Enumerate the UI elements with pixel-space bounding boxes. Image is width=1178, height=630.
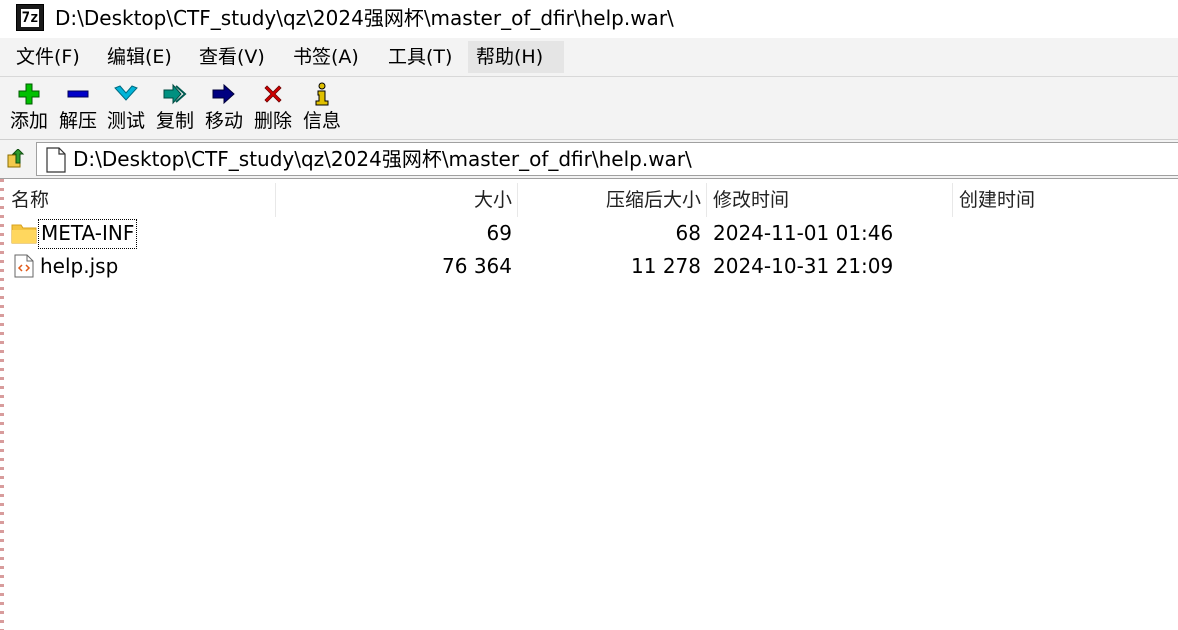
move-button[interactable]: 移动 xyxy=(199,79,249,137)
folder-up-button[interactable] xyxy=(4,148,28,170)
address-path-text: D:\Desktop\CTF_study\qz\2024强网杯\master_o… xyxy=(73,147,692,171)
double-arrow-icon xyxy=(150,81,200,107)
document-icon xyxy=(46,147,66,173)
file-name: META-INF xyxy=(38,219,138,249)
arrow-right-icon xyxy=(199,81,249,107)
code-file-icon xyxy=(14,254,34,278)
address-bar: D:\Desktop\CTF_study\qz\2024强网杯\master_o… xyxy=(0,140,1178,178)
7zip-window: 7z D:\Desktop\CTF_study\qz\2024强网杯\maste… xyxy=(0,0,1178,630)
toolbar: 添加 解压 测试 复制 移动 删除 信息 xyxy=(0,77,1178,140)
column-header-size[interactable]: 大小 xyxy=(276,183,512,217)
check-chevron-icon xyxy=(101,81,151,107)
menu-tools[interactable]: 工具(T) xyxy=(380,41,460,73)
column-header-name[interactable]: 名称 xyxy=(11,183,49,217)
plus-icon xyxy=(4,81,54,107)
minus-icon xyxy=(53,81,103,107)
menu-edit[interactable]: 编辑(E) xyxy=(99,41,180,73)
file-modified: 2024-11-01 01:46 xyxy=(713,221,894,245)
address-path-field[interactable]: D:\Desktop\CTF_study\qz\2024强网杯\master_o… xyxy=(36,142,1178,176)
file-row[interactable]: META-INF 69 68 2024-11-01 01:46 xyxy=(0,217,1178,250)
file-name: help.jsp xyxy=(40,254,119,278)
extract-button[interactable]: 解压 xyxy=(53,79,103,137)
test-button[interactable]: 测试 xyxy=(101,79,151,137)
menu-bar: 文件(F) 编辑(E) 查看(V) 书签(A) 工具(T) 帮助(H) xyxy=(0,38,1178,77)
column-divider[interactable] xyxy=(706,183,707,217)
close-icon xyxy=(248,81,298,107)
column-header-modified[interactable]: 修改时间 xyxy=(713,183,789,217)
menu-view[interactable]: 查看(V) xyxy=(191,41,273,73)
file-packed-size: 11 278 xyxy=(631,254,701,278)
file-packed-size: 68 xyxy=(675,221,701,245)
menu-bookmarks[interactable]: 书签(A) xyxy=(285,41,367,73)
info-label: 信息 xyxy=(302,110,341,132)
folder-up-icon xyxy=(7,149,25,168)
column-header-created[interactable]: 创建时间 xyxy=(959,183,1035,217)
file-size: 69 xyxy=(486,221,512,245)
column-header-packed-size[interactable]: 压缩后大小 xyxy=(518,183,701,217)
file-size: 76 364 xyxy=(442,254,512,278)
menu-file[interactable]: 文件(F) xyxy=(8,41,88,73)
7zip-logo-icon: 7z xyxy=(16,4,44,31)
menu-help[interactable]: 帮助(H) xyxy=(468,41,564,73)
column-divider[interactable] xyxy=(952,183,953,217)
title-bar: 7z D:\Desktop\CTF_study\qz\2024强网杯\maste… xyxy=(0,0,1178,38)
info-icon xyxy=(297,81,347,107)
window-title: D:\Desktop\CTF_study\qz\2024强网杯\master_o… xyxy=(55,6,674,30)
file-list[interactable]: 名称 大小 压缩后大小 修改时间 创建时间 META-INF 69 68 202… xyxy=(0,178,1178,630)
file-modified: 2024-10-31 21:09 xyxy=(713,254,894,278)
file-row[interactable]: help.jsp 76 364 11 278 2024-10-31 21:09 xyxy=(0,250,1178,283)
delete-button[interactable]: 删除 xyxy=(248,79,298,137)
add-button[interactable]: 添加 xyxy=(4,79,54,137)
copy-button[interactable]: 复制 xyxy=(150,79,200,137)
folder-icon xyxy=(11,224,37,244)
info-button[interactable]: 信息 xyxy=(297,79,347,137)
